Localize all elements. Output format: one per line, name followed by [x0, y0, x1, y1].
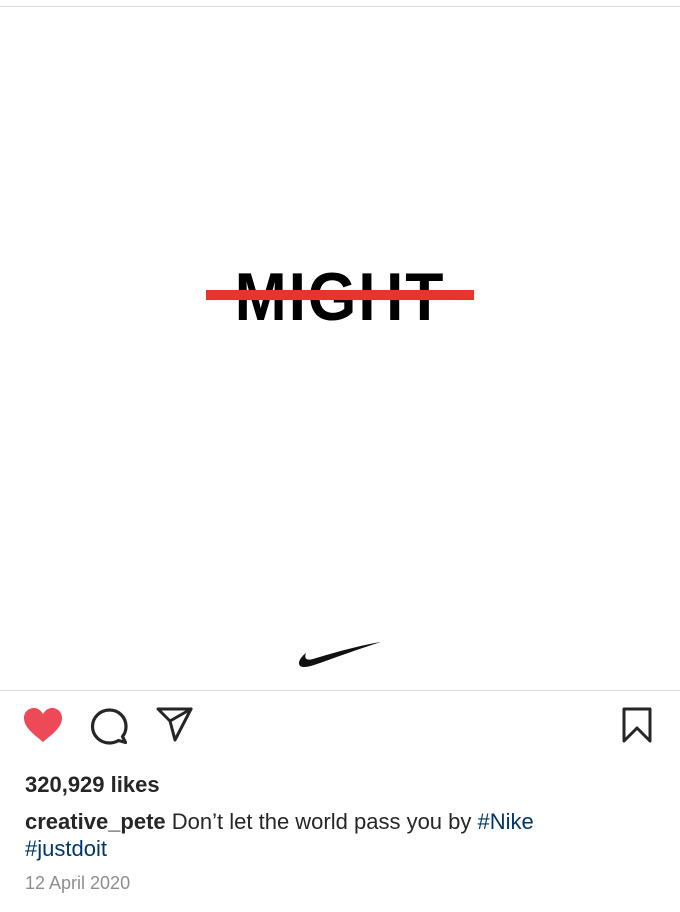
strikethrough-line — [206, 290, 474, 300]
post-image[interactable]: MIGHT — [0, 7, 680, 690]
post-date: 12 April 2020 — [25, 873, 131, 893]
caption-username[interactable]: creative_pete — [25, 809, 166, 834]
likes-count[interactable]: 320,929 likes — [25, 772, 160, 798]
hashtag-justdoit[interactable]: #justdoit — [25, 836, 107, 861]
heart-filled-icon[interactable] — [22, 706, 64, 744]
action-bar — [0, 700, 680, 750]
comment-bubble-icon[interactable] — [89, 706, 129, 746]
bookmark-icon[interactable] — [619, 706, 655, 744]
image-bottom-divider — [0, 690, 680, 691]
instagram-post: MIGHT 320,929 likes creative_pete Don’t … — [0, 0, 680, 912]
paper-plane-icon[interactable] — [155, 706, 195, 744]
nike-swoosh-logo — [299, 642, 381, 668]
hashtag-nike[interactable]: #Nike — [478, 809, 534, 834]
crossed-out-headline: MIGHT — [206, 263, 474, 331]
caption-text: Don’t let the world pass you by — [171, 809, 472, 834]
post-caption: creative_pete Don’t let the world pass y… — [25, 808, 645, 862]
